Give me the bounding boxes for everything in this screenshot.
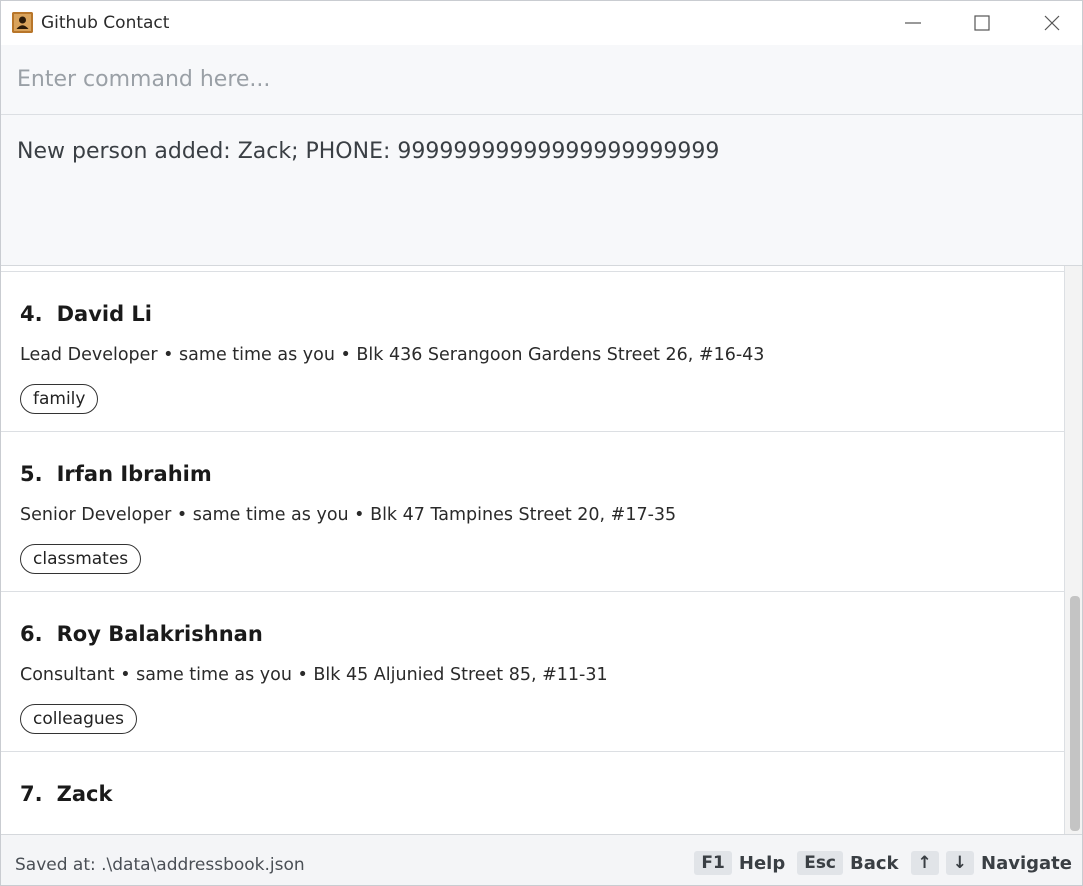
person-tag: family xyxy=(20,384,99,414)
person-tag: colleagues xyxy=(20,704,137,734)
person-title: 4. David Li xyxy=(20,302,152,326)
close-icon xyxy=(1044,15,1060,31)
back-hint: Back xyxy=(850,852,899,874)
help-hint: Help xyxy=(738,852,786,874)
person-tag: classmates xyxy=(20,544,142,574)
person-details: Consultant • same time as you • Blk 45 A… xyxy=(20,665,608,685)
navigate-hint: Navigate xyxy=(981,852,1072,874)
arrow-down-icon: ↓ xyxy=(945,851,975,875)
person-index: 4. xyxy=(20,302,43,326)
minimize-button[interactable] xyxy=(890,7,936,39)
scrollbar-thumb[interactable] xyxy=(1070,596,1080,831)
maximize-icon xyxy=(974,15,990,31)
result-display: New person added: Zack; PHONE: 999999999… xyxy=(1,115,1082,266)
person-card[interactable]: 4. David Li Lead Developer • same time as… xyxy=(1,272,1064,432)
maximize-button[interactable] xyxy=(959,7,1005,39)
person-details: Lead Developer • same time as you • Blk … xyxy=(20,345,765,365)
person-index: 6. xyxy=(20,622,43,646)
window-title: Github Contact xyxy=(41,13,170,33)
save-location: Saved at: .\data\addressbook.json xyxy=(15,855,305,875)
minimize-icon xyxy=(905,22,921,24)
contact-book-icon xyxy=(12,12,33,33)
command-input[interactable] xyxy=(1,45,1082,114)
app-window: Github Contact New person added: Zack; P… xyxy=(0,0,1083,886)
close-button[interactable] xyxy=(1029,7,1075,39)
person-title: 5. Irfan Ibrahim xyxy=(20,462,212,486)
person-title: 7. Zack xyxy=(20,782,112,806)
status-bar: Saved at: .\data\addressbook.json F1 Hel… xyxy=(1,834,1082,885)
person-title: 6. Roy Balakrishnan xyxy=(20,622,263,646)
keyboard-hints: F1 Help Esc Back ↑ ↓ Navigate xyxy=(694,851,1072,875)
list-scrollbar[interactable] xyxy=(1064,266,1082,834)
person-card[interactable]: 7. Zack xyxy=(1,752,1064,834)
esc-key: Esc xyxy=(797,851,844,875)
arrow-up-icon: ↑ xyxy=(910,851,939,875)
title-bar: Github Contact xyxy=(1,1,1082,45)
person-name: David Li xyxy=(56,302,153,326)
command-box xyxy=(1,45,1082,115)
result-message: New person added: Zack; PHONE: 999999999… xyxy=(17,139,720,164)
person-index: 5. xyxy=(20,462,43,486)
person-name: Roy Balakrishnan xyxy=(56,622,263,646)
person-index: 7. xyxy=(20,782,43,806)
person-name: Irfan Ibrahim xyxy=(56,462,212,486)
f1-key: F1 xyxy=(694,851,732,875)
person-list: 4. David Li Lead Developer • same time as… xyxy=(1,266,1082,834)
person-name: Zack xyxy=(56,782,113,806)
person-details: Senior Developer • same time as you • Bl… xyxy=(20,505,677,525)
person-card[interactable]: 5. Irfan Ibrahim Senior Developer • same … xyxy=(1,432,1064,592)
person-card[interactable]: 6. Roy Balakrishnan Consultant • same tim… xyxy=(1,592,1064,752)
